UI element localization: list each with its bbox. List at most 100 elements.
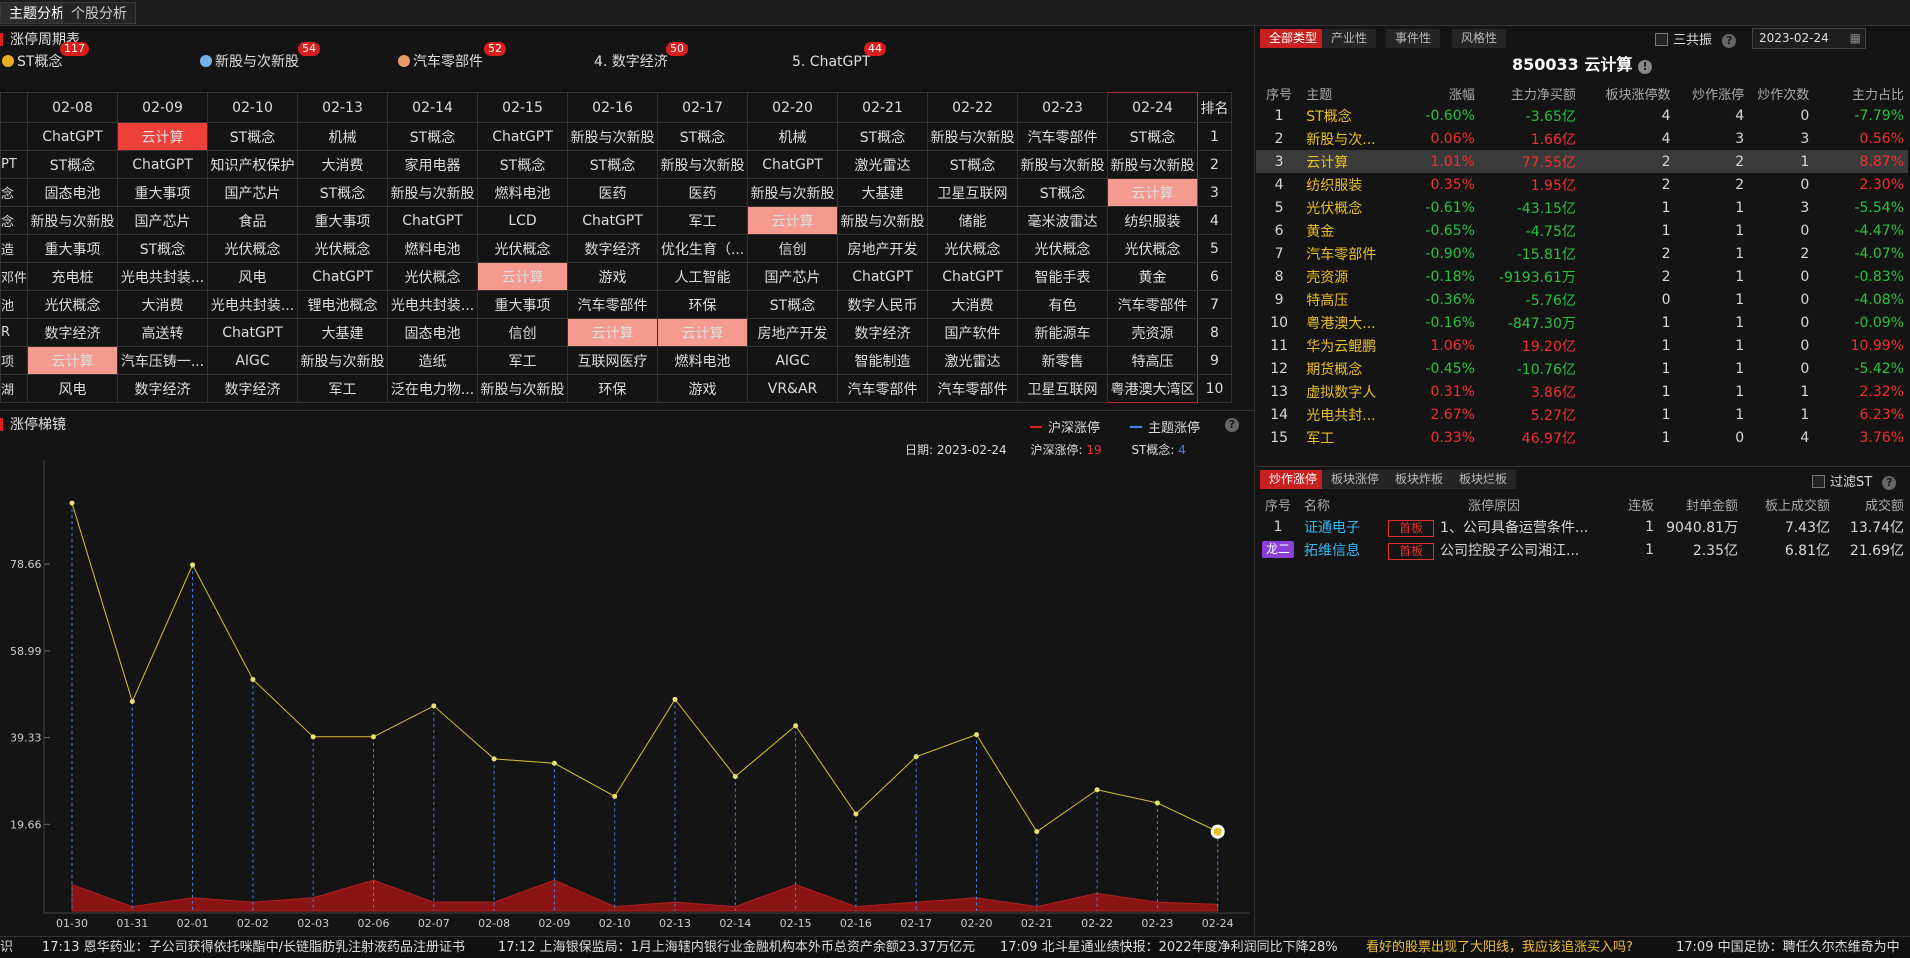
grid-theme-cell[interactable]: 国产软件 <box>927 318 1019 347</box>
grid-theme-cell[interactable]: ST概念 <box>27 150 119 179</box>
theme-col-header[interactable]: 板块涨停数 <box>1580 82 1675 104</box>
theme-row[interactable]: 13 虚拟数字人 0.31% 3.86亿 1 1 1 2.32% <box>1256 380 1908 403</box>
limit-col-header[interactable]: 名称 <box>1300 493 1384 515</box>
theme-row[interactable]: 4 纺织服装 0.35% 1.95亿 2 2 0 2.30% <box>1256 173 1908 196</box>
data-point[interactable] <box>1094 787 1100 793</box>
grid-date-header[interactable]: 02-10 <box>207 92 299 123</box>
data-point[interactable] <box>612 793 618 799</box>
grid-theme-cell[interactable]: 有色 <box>1017 290 1109 319</box>
grid-theme-cell[interactable]: AIGC <box>207 346 299 375</box>
grid-theme-cell[interactable]: 黄金 <box>1107 262 1199 291</box>
theme-col-header[interactable]: 涨幅 <box>1416 82 1479 104</box>
grid-theme-cell[interactable]: 数字经济 <box>567 234 659 263</box>
ticker-item[interactable]: 看好的股票出现了大阳线，我应该追涨买入吗? <box>1366 937 1633 958</box>
grid-theme-cell[interactable]: 游戏 <box>567 262 659 291</box>
grid-date-header[interactable]: 02-13 <box>297 92 389 123</box>
type-tab-4[interactable]: 风格性 <box>1452 29 1507 48</box>
filter-st-checkbox[interactable] <box>1812 475 1825 488</box>
grid-theme-cell[interactable]: 大消费 <box>117 290 209 319</box>
grid-date-header[interactable]: 02-15 <box>477 92 569 123</box>
limit-tab-4[interactable]: 板块烂板 <box>1450 470 1517 489</box>
stock-name-link[interactable]: 拓维信息 <box>1300 538 1384 561</box>
grid-theme-cell[interactable]: ST概念 <box>927 150 1019 179</box>
grid-theme-cell[interactable]: ST概念 <box>387 122 479 151</box>
grid-theme-cell[interactable]: 数字经济 <box>117 374 209 403</box>
grid-theme-cell[interactable]: 云计算 <box>27 346 119 375</box>
grid-date-header[interactable]: 02-24 <box>1107 92 1199 123</box>
type-tab-3[interactable]: 事件性 <box>1386 29 1441 48</box>
grid-theme-cell[interactable]: 云计算 <box>117 122 209 151</box>
grid-theme-cell[interactable]: 军工 <box>297 374 389 403</box>
grid-theme-cell[interactable]: 大消费 <box>297 150 389 179</box>
type-tab-2[interactable]: 产业性 <box>1322 29 1377 48</box>
filter-st-toggle[interactable]: 过滤ST ? <box>1812 471 1897 490</box>
grid-theme-cell[interactable]: 充电桩 <box>27 262 119 291</box>
grid-theme-cell[interactable]: 汽车零部件 <box>567 290 659 319</box>
theme-row[interactable]: 5 光伏概念 -0.61% -43.15亿 1 1 3 -5.54% <box>1256 196 1908 219</box>
data-point[interactable] <box>371 734 376 740</box>
grid-theme-cell[interactable]: 机械 <box>747 122 839 151</box>
theme-row[interactable]: 2 新股与次... 0.06% 1.66亿 4 3 3 0.56% <box>1256 127 1908 150</box>
theme-row[interactable]: 12 期货概念 -0.45% -10.76亿 1 1 0 -5.42% <box>1256 357 1908 380</box>
grid-theme-cell[interactable]: 光伏概念 <box>27 290 119 319</box>
grid-theme-cell[interactable]: ST概念 <box>297 178 389 207</box>
sangong-help-icon[interactable]: ? <box>1722 34 1737 48</box>
data-point[interactable] <box>913 754 919 760</box>
grid-theme-cell[interactable]: ST概念 <box>117 234 209 263</box>
theme-row[interactable]: 6 黄金 -0.65% -4.75亿 1 1 0 -4.47% <box>1256 219 1908 242</box>
grid-theme-cell[interactable]: 数字经济 <box>27 318 119 347</box>
grid-theme-cell[interactable]: 云计算 <box>657 318 749 347</box>
grid-theme-cell[interactable]: 高送转 <box>117 318 209 347</box>
grid-theme-cell[interactable]: 新股与次新股 <box>1017 150 1109 179</box>
heading-info-icon[interactable]: ! <box>1637 60 1652 74</box>
grid-theme-cell[interactable]: 数字人民币 <box>837 290 929 319</box>
limit-tab-1[interactable]: 炒作涨停 <box>1260 470 1327 489</box>
category-2[interactable]: 新股与次新股 54 <box>200 42 320 72</box>
theme-row[interactable]: 11 华为云鲲鹏 1.06% 19.20亿 1 1 0 10.99% <box>1256 334 1908 357</box>
grid-theme-cell[interactable]: 毫米波雷达 <box>1017 206 1109 235</box>
grid-theme-cell[interactable]: 新股与次新股 <box>387 178 479 207</box>
grid-date-header[interactable]: 02-08 <box>27 92 119 123</box>
grid-date-header[interactable]: 02-20 <box>747 92 839 123</box>
data-point[interactable] <box>491 756 497 762</box>
ticker-item[interactable]: 17:09 中国足协：聘任久尔杰维奇为中 <box>1676 937 1900 958</box>
grid-theme-cell[interactable]: 重大事项 <box>117 178 209 207</box>
grid-theme-cell[interactable]: 云计算 <box>747 206 839 235</box>
grid-theme-cell[interactable]: 信创 <box>477 318 569 347</box>
category-1[interactable]: ST概念 117 <box>2 42 89 72</box>
grid-theme-cell[interactable]: ST概念 <box>207 122 299 151</box>
grid-theme-cell[interactable]: 互联网医疗 <box>567 346 659 375</box>
grid-theme-cell[interactable]: 风电 <box>27 374 119 403</box>
grid-theme-cell[interactable]: 燃料电池 <box>477 178 569 207</box>
grid-theme-cell[interactable]: 国产芯片 <box>207 178 299 207</box>
grid-theme-cell[interactable]: 国产芯片 <box>117 206 209 235</box>
grid-theme-cell[interactable]: 汽车零部件 <box>927 374 1019 403</box>
grid-theme-cell[interactable]: 光伏概念 <box>207 234 299 263</box>
grid-theme-cell[interactable]: 重大事项 <box>477 290 569 319</box>
grid-theme-cell[interactable]: 激光雷达 <box>927 346 1019 375</box>
grid-theme-cell[interactable]: ChatGPT <box>567 206 659 235</box>
category-4[interactable]: 4. 数字经济 50 <box>594 42 688 72</box>
theme-col-header[interactable]: 炒作次数 <box>1748 82 1813 104</box>
grid-theme-cell[interactable]: 云计算 <box>477 262 569 291</box>
category-5[interactable]: 5. ChatGPT 44 <box>792 42 886 72</box>
theme-col-header[interactable]: 炒作涨停 <box>1675 82 1749 104</box>
data-point[interactable] <box>310 734 316 740</box>
grid-theme-cell[interactable]: 新股与次新股 <box>1107 150 1199 179</box>
limit-row[interactable]: 1 证通电子 首板 1、公司具备运营条件... 1 9040.81万 7.43亿 13.74亿 <box>1256 515 1908 538</box>
grid-theme-cell[interactable]: 新股与次新股 <box>297 346 389 375</box>
theme-row[interactable]: 3 云计算 1.01% 77.55亿 2 2 1 8.87% <box>1256 150 1908 173</box>
grid-theme-cell[interactable]: 泛在电力物... <box>387 374 479 403</box>
grid-theme-cell[interactable]: 重大事项 <box>27 234 119 263</box>
grid-theme-cell[interactable]: 储能 <box>927 206 1019 235</box>
grid-theme-cell[interactable]: 燃料电池 <box>387 234 479 263</box>
grid-theme-cell[interactable]: 游戏 <box>657 374 749 403</box>
grid-theme-cell[interactable]: 固态电池 <box>387 318 479 347</box>
grid-theme-cell[interactable]: 光伏概念 <box>477 234 569 263</box>
grid-theme-cell[interactable]: 燃料电池 <box>657 346 749 375</box>
sangong-checkbox[interactable] <box>1655 33 1668 46</box>
grid-theme-cell[interactable]: 机械 <box>297 122 389 151</box>
theme-col-header[interactable]: 主力占比 <box>1813 82 1908 104</box>
grid-theme-cell[interactable]: 军工 <box>477 346 569 375</box>
grid-theme-cell[interactable]: 光电共封装... <box>207 290 299 319</box>
